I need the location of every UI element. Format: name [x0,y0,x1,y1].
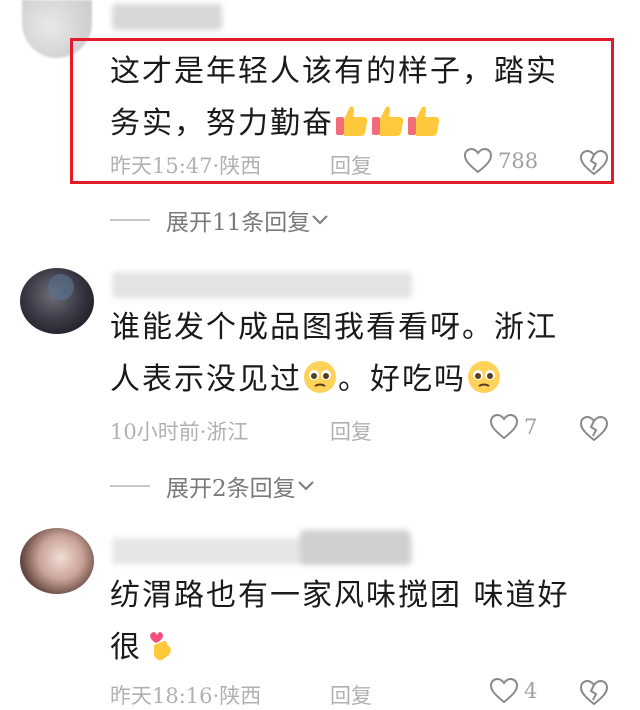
like-button[interactable]: 4 [490,678,537,704]
dislike-button[interactable] [579,415,609,446]
chevron-down-icon [312,215,328,225]
chevron-down-icon [297,481,314,491]
divider [110,485,150,487]
heart-icon [490,678,518,704]
comment-line: 纺渭路也有一家风味搅团 味道好 [110,578,570,613]
pleading-face-icon [302,361,338,397]
avatar[interactable] [20,528,94,594]
location: 陕西 [219,154,262,178]
comment-meta: 昨天18:16·陕西 [110,684,262,708]
comment-line: 。好吃吗 [338,362,466,397]
like-count: 4 [524,679,538,703]
like-count: 788 [498,149,539,173]
comment-meta: 昨天15:47·陕西 [110,154,262,178]
heart-icon [464,148,492,174]
like-button[interactable]: 7 [490,414,537,440]
comment-text: 纺渭路也有一家风味搅团 味道好 很 [110,570,600,674]
dislike-button[interactable] [579,149,609,180]
reply-button[interactable]: 回复 [330,416,372,446]
like-count: 7 [524,415,538,439]
expand-label: 展开11条回复 [166,210,311,236]
expand-replies[interactable]: 展开2条回复 [110,469,316,503]
pleading-face-icon [466,361,502,397]
finger-heart-icon [142,630,178,665]
expand-label: 展开2条回复 [166,476,296,502]
avatar[interactable] [20,268,94,334]
dislike-button[interactable] [579,679,609,710]
comment-line: 这才是年轻人该有的样子，踏实 [110,54,558,89]
timestamp: 昨天15:47 [110,154,213,178]
comment-meta: 10小时前·浙江 [110,420,249,444]
blurred-username [300,530,410,564]
blurred-username [112,272,412,298]
comment-line: 人表示没见过 [110,362,302,397]
comment-line: 务实，努力勤奋 [110,106,334,141]
thumbs-up-icon [334,106,442,141]
heart-icon [490,414,518,440]
reply-button[interactable]: 回复 [330,150,372,180]
broken-heart-icon [579,679,609,706]
like-button[interactable]: 788 [464,148,538,174]
timestamp: 昨天18:16 [110,684,213,708]
comment-line: 谁能发个成品图我看看呀。浙江 [110,310,558,345]
comment-text: 谁能发个成品图我看看呀。浙江 人表示没见过 。好吃吗 [110,302,600,406]
location: 陕西 [219,684,262,708]
divider [110,219,150,221]
blurred-username [112,4,222,30]
comment-text: 这才是年轻人该有的样子，踏实 务实，努力勤奋 [110,46,600,150]
comment-line: 很 [110,630,142,665]
broken-heart-icon [579,149,609,176]
expand-replies[interactable]: 展开11条回复 [110,203,330,237]
timestamp: 10小时前 [110,420,200,444]
broken-heart-icon [579,415,609,442]
reply-button[interactable]: 回复 [330,680,372,710]
location: 浙江 [206,420,249,444]
